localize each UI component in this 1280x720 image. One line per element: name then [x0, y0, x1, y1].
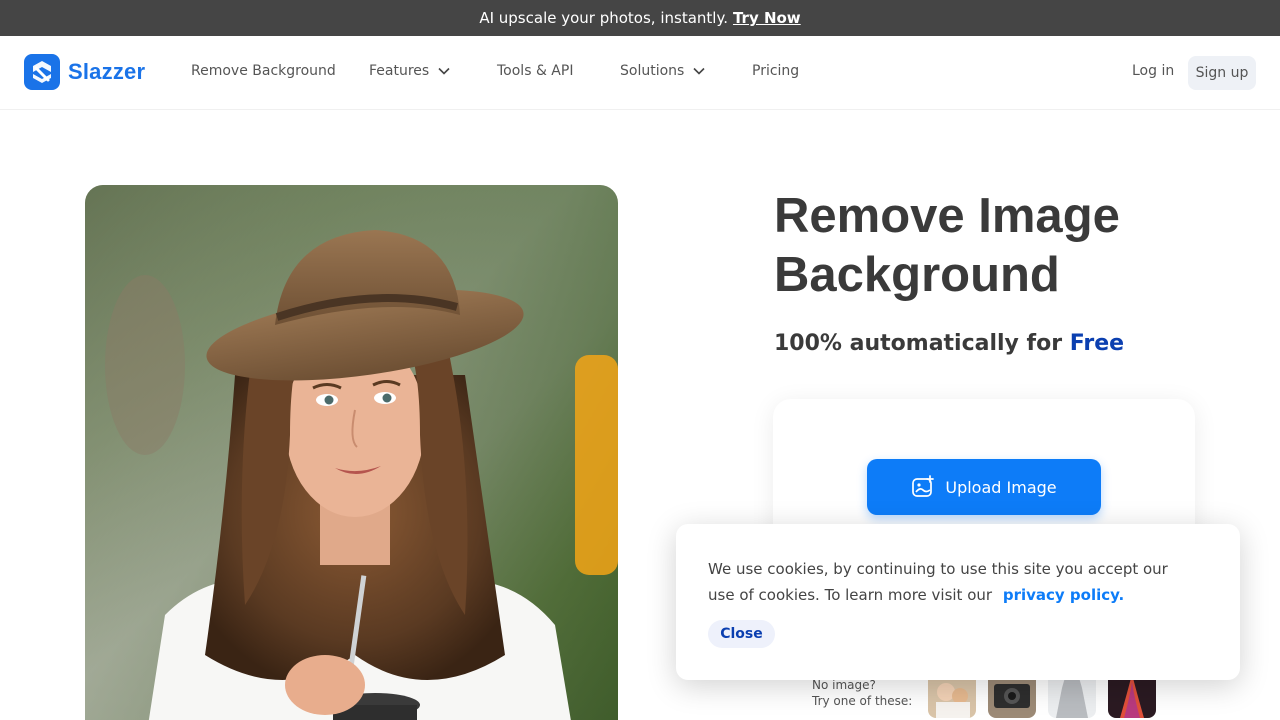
nav-label: Remove Background [191, 63, 336, 79]
page-subtitle: 100% automatically for Free [774, 331, 1124, 356]
image-upload-icon [912, 475, 935, 497]
nav-features[interactable]: Features [369, 63, 451, 79]
cookie-message: We use cookies, by continuing to use thi… [708, 556, 1188, 608]
signup-button[interactable]: Sign up [1188, 56, 1256, 90]
privacy-policy-link[interactable]: privacy policy. [1003, 586, 1124, 604]
chevron-down-icon [438, 67, 450, 75]
sample-line-2: Try one of these: [812, 694, 913, 708]
nav-remove-background[interactable]: Remove Background [191, 63, 336, 79]
hero-image [85, 185, 618, 720]
subtitle-text: 100% automatically for [774, 331, 1063, 356]
cookie-close-button[interactable]: Close [708, 620, 775, 648]
page-title: Remove Image Background [774, 189, 1120, 302]
announcement-bar: AI upscale your photos, instantly. Try N… [0, 0, 1280, 36]
try-now-link[interactable]: Try Now [733, 9, 801, 27]
nav-label: Features [369, 63, 430, 79]
subtitle-accent: Free [1069, 331, 1125, 356]
site-header: Slazzer Remove Background Features Tools… [0, 36, 1280, 110]
chevron-down-icon [693, 67, 705, 75]
announcement-text: AI upscale your photos, instantly. [479, 9, 728, 27]
slazzer-logo-icon [24, 54, 60, 90]
nav-solutions[interactable]: Solutions [620, 63, 706, 79]
logo[interactable]: Slazzer [24, 54, 145, 90]
nav-tools-api[interactable]: Tools & API [497, 63, 573, 79]
sample-prompt: No image? Try one of these: [812, 677, 912, 709]
upload-label: Upload Image [945, 477, 1057, 497]
nav-pricing[interactable]: Pricing [752, 63, 799, 79]
hero-image-illustration [85, 185, 618, 720]
logo-text: Slazzer [68, 59, 146, 84]
upload-image-button[interactable]: Upload Image [867, 459, 1101, 515]
login-link[interactable]: Log in [1132, 63, 1174, 79]
nav-label: Tools & API [497, 63, 574, 79]
nav-label: Solutions [620, 63, 685, 79]
cookie-banner: We use cookies, by continuing to use thi… [676, 524, 1240, 680]
nav-label: Pricing [752, 63, 800, 79]
